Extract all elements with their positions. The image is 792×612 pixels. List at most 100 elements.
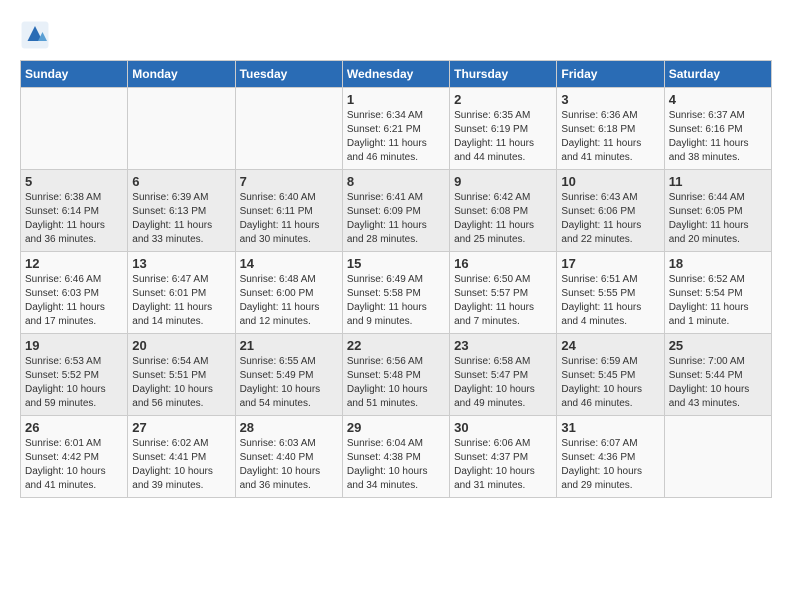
week-row-3: 12 Sunrise: 6:46 AM Sunset: 6:03 PM Dayli… (21, 252, 772, 334)
day-info: Sunrise: 6:37 AM Sunset: 6:16 PM Dayligh… (669, 109, 767, 165)
day-number: 18 (669, 256, 767, 271)
day-cell: 31 Sunrise: 6:07 AM Sunset: 4:36 PM Dayli… (557, 416, 664, 498)
day-cell: 8Sunrise: 6:41 AM Sunset: 6:09 PM Daylig… (342, 170, 449, 252)
day-number: 20 (132, 338, 230, 353)
day-info: Sunrise: 6:54 AM Sunset: 5:51 PM Dayligh… (132, 355, 230, 411)
day-cell: 4 Sunrise: 6:37 AM Sunset: 6:16 PM Daylig… (664, 88, 771, 170)
day-cell (664, 416, 771, 498)
day-number: 26 (25, 420, 123, 435)
day-cell: 13Sunrise: 6:47 AM Sunset: 6:01 PM Dayli… (128, 252, 235, 334)
day-number: 21 (240, 338, 338, 353)
day-info: Sunrise: 6:34 AM Sunset: 6:21 PM Dayligh… (347, 109, 445, 165)
header-cell-wednesday: Wednesday (342, 61, 449, 88)
day-cell: 9 Sunrise: 6:42 AM Sunset: 6:08 PM Daylig… (450, 170, 557, 252)
day-number: 24 (561, 338, 659, 353)
day-info: Sunrise: 6:46 AM Sunset: 6:03 PM Dayligh… (25, 273, 123, 329)
day-cell: 5 Sunrise: 6:38 AM Sunset: 6:14 PM Daylig… (21, 170, 128, 252)
header-cell-friday: Friday (557, 61, 664, 88)
page-header (20, 20, 772, 50)
day-number: 28 (240, 420, 338, 435)
day-info: Sunrise: 6:50 AM Sunset: 5:57 PM Dayligh… (454, 273, 552, 329)
day-number: 5 (25, 174, 123, 189)
day-cell: 3 Sunrise: 6:36 AM Sunset: 6:18 PM Daylig… (557, 88, 664, 170)
day-cell: 7 Sunrise: 6:40 AM Sunset: 6:11 PM Daylig… (235, 170, 342, 252)
day-number: 30 (454, 420, 552, 435)
day-info: Sunrise: 6:49 AM Sunset: 5:58 PM Dayligh… (347, 273, 445, 329)
day-number: 12 (25, 256, 123, 271)
day-info: Sunrise: 6:53 AM Sunset: 5:52 PM Dayligh… (25, 355, 123, 411)
day-info: Sunrise: 6:40 AM Sunset: 6:11 PM Dayligh… (240, 191, 338, 247)
day-info: Sunrise: 6:07 AM Sunset: 4:36 PM Dayligh… (561, 437, 659, 493)
day-info: Sunrise: 6:58 AM Sunset: 5:47 PM Dayligh… (454, 355, 552, 411)
day-info: Sunrise: 6:36 AM Sunset: 6:18 PM Dayligh… (561, 109, 659, 165)
day-info: Sunrise: 6:02 AM Sunset: 4:41 PM Dayligh… (132, 437, 230, 493)
day-info: Sunrise: 6:56 AM Sunset: 5:48 PM Dayligh… (347, 355, 445, 411)
day-number: 23 (454, 338, 552, 353)
day-cell: 6 Sunrise: 6:39 AM Sunset: 6:13 PM Daylig… (128, 170, 235, 252)
day-cell: 10 Sunrise: 6:43 AM Sunset: 6:06 PM Dayli… (557, 170, 664, 252)
day-number: 14 (240, 256, 338, 271)
day-number: 22 (347, 338, 445, 353)
day-cell: 15 Sunrise: 6:49 AM Sunset: 5:58 PM Dayli… (342, 252, 449, 334)
day-cell: 29 Sunrise: 6:04 AM Sunset: 4:38 PM Dayli… (342, 416, 449, 498)
day-cell: 22 Sunrise: 6:56 AM Sunset: 5:48 PM Dayli… (342, 334, 449, 416)
week-row-2: 5 Sunrise: 6:38 AM Sunset: 6:14 PM Daylig… (21, 170, 772, 252)
calendar-table: SundayMondayTuesdayWednesdayThursdayFrid… (20, 60, 772, 498)
day-cell: 26 Sunrise: 6:01 AM Sunset: 4:42 PM Dayli… (21, 416, 128, 498)
day-number: 7 (240, 174, 338, 189)
day-info: Sunrise: 6:55 AM Sunset: 5:49 PM Dayligh… (240, 355, 338, 411)
logo-icon (20, 20, 50, 50)
day-number: 16 (454, 256, 552, 271)
day-cell: 17 Sunrise: 6:51 AM Sunset: 5:55 PM Dayli… (557, 252, 664, 334)
day-number: 13 (132, 256, 230, 271)
day-number: 4 (669, 92, 767, 107)
header-cell-monday: Monday (128, 61, 235, 88)
day-cell: 19 Sunrise: 6:53 AM Sunset: 5:52 PM Dayli… (21, 334, 128, 416)
day-number: 11 (669, 174, 767, 189)
week-row-5: 26 Sunrise: 6:01 AM Sunset: 4:42 PM Dayli… (21, 416, 772, 498)
day-number: 31 (561, 420, 659, 435)
day-info: Sunrise: 6:42 AM Sunset: 6:08 PM Dayligh… (454, 191, 552, 247)
day-cell: 2 Sunrise: 6:35 AM Sunset: 6:19 PM Daylig… (450, 88, 557, 170)
calendar-body: 1Sunrise: 6:34 AM Sunset: 6:21 PM Daylig… (21, 88, 772, 498)
day-info: Sunrise: 7:00 AM Sunset: 5:44 PM Dayligh… (669, 355, 767, 411)
day-info: Sunrise: 6:04 AM Sunset: 4:38 PM Dayligh… (347, 437, 445, 493)
day-number: 15 (347, 256, 445, 271)
day-number: 10 (561, 174, 659, 189)
day-cell (128, 88, 235, 170)
day-info: Sunrise: 6:03 AM Sunset: 4:40 PM Dayligh… (240, 437, 338, 493)
day-info: Sunrise: 6:38 AM Sunset: 6:14 PM Dayligh… (25, 191, 123, 247)
day-number: 3 (561, 92, 659, 107)
day-cell: 11 Sunrise: 6:44 AM Sunset: 6:05 PM Dayli… (664, 170, 771, 252)
day-cell: 30 Sunrise: 6:06 AM Sunset: 4:37 PM Dayli… (450, 416, 557, 498)
week-row-4: 19 Sunrise: 6:53 AM Sunset: 5:52 PM Dayli… (21, 334, 772, 416)
day-number: 2 (454, 92, 552, 107)
day-info: Sunrise: 6:51 AM Sunset: 5:55 PM Dayligh… (561, 273, 659, 329)
day-cell: 24Sunrise: 6:59 AM Sunset: 5:45 PM Dayli… (557, 334, 664, 416)
day-number: 29 (347, 420, 445, 435)
calendar-header: SundayMondayTuesdayWednesdayThursdayFrid… (21, 61, 772, 88)
day-info: Sunrise: 6:43 AM Sunset: 6:06 PM Dayligh… (561, 191, 659, 247)
day-cell: 20 Sunrise: 6:54 AM Sunset: 5:51 PM Dayli… (128, 334, 235, 416)
logo (20, 20, 54, 50)
header-cell-tuesday: Tuesday (235, 61, 342, 88)
day-cell: 21 Sunrise: 6:55 AM Sunset: 5:49 PM Dayli… (235, 334, 342, 416)
day-number: 9 (454, 174, 552, 189)
day-info: Sunrise: 6:44 AM Sunset: 6:05 PM Dayligh… (669, 191, 767, 247)
day-info: Sunrise: 6:35 AM Sunset: 6:19 PM Dayligh… (454, 109, 552, 165)
day-info: Sunrise: 6:01 AM Sunset: 4:42 PM Dayligh… (25, 437, 123, 493)
day-info: Sunrise: 6:48 AM Sunset: 6:00 PM Dayligh… (240, 273, 338, 329)
day-cell: 27Sunrise: 6:02 AM Sunset: 4:41 PM Dayli… (128, 416, 235, 498)
day-info: Sunrise: 6:39 AM Sunset: 6:13 PM Dayligh… (132, 191, 230, 247)
day-cell (235, 88, 342, 170)
day-number: 17 (561, 256, 659, 271)
day-number: 25 (669, 338, 767, 353)
day-cell: 28 Sunrise: 6:03 AM Sunset: 4:40 PM Dayli… (235, 416, 342, 498)
day-cell: 25 Sunrise: 7:00 AM Sunset: 5:44 PM Dayli… (664, 334, 771, 416)
day-info: Sunrise: 6:06 AM Sunset: 4:37 PM Dayligh… (454, 437, 552, 493)
day-cell: 1Sunrise: 6:34 AM Sunset: 6:21 PM Daylig… (342, 88, 449, 170)
header-cell-thursday: Thursday (450, 61, 557, 88)
day-number: 6 (132, 174, 230, 189)
day-number: 19 (25, 338, 123, 353)
day-number: 8 (347, 174, 445, 189)
